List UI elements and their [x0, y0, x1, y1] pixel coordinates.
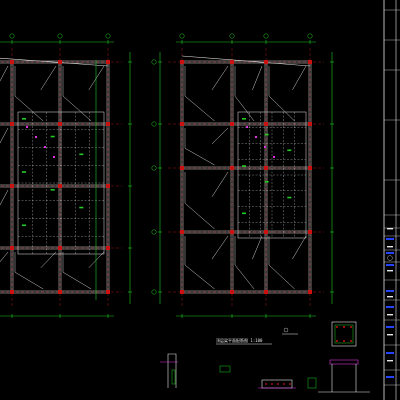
- column: [58, 246, 62, 250]
- title-block-text-mark: [387, 360, 393, 362]
- column: [308, 166, 312, 170]
- column: [10, 184, 14, 188]
- rebar-callout: [264, 133, 269, 136]
- column: [58, 122, 62, 126]
- hidden-beam-marker: [246, 126, 248, 128]
- cad-drawing-canvas: 顶层梁平面配筋图 1:100: [0, 0, 400, 400]
- rebar-dot: [277, 383, 279, 385]
- column: [264, 166, 268, 170]
- column: [10, 290, 14, 294]
- rebar-callout: [242, 165, 246, 167]
- column: [10, 122, 14, 126]
- title-block-entry: [386, 238, 394, 240]
- column: [58, 290, 62, 294]
- column: [106, 60, 110, 64]
- rebar-callout: [22, 224, 26, 227]
- column: [180, 166, 184, 170]
- plan-title-note: 顶层梁平面配筋图 1:100: [216, 337, 263, 343]
- rebar-dot: [343, 340, 345, 342]
- hidden-beam-marker: [273, 156, 275, 158]
- hidden-beam-marker: [255, 136, 257, 138]
- title-block-entry: [386, 376, 394, 378]
- rebar-dot: [271, 383, 273, 385]
- rebar-dot: [289, 383, 291, 385]
- rebar-callout: [242, 118, 246, 120]
- column: [10, 60, 14, 64]
- hidden-beam-marker: [35, 136, 37, 138]
- hidden-beam-marker: [53, 156, 55, 158]
- column: [106, 184, 110, 188]
- hidden-beam-marker: [264, 146, 266, 148]
- column: [106, 246, 110, 250]
- column: [230, 166, 234, 170]
- column: [308, 122, 312, 126]
- column: [230, 230, 234, 234]
- column: [308, 60, 312, 64]
- column: [58, 60, 62, 64]
- column: [180, 290, 184, 294]
- column: [180, 122, 184, 126]
- title-block-text-mark: [387, 246, 393, 248]
- rebar-callout: [50, 189, 55, 191]
- rebar-dot: [336, 326, 338, 328]
- rebar-dot: [283, 383, 285, 385]
- rebar-dot: [343, 326, 345, 328]
- column: [106, 122, 110, 126]
- hidden-beam-marker: [26, 126, 28, 128]
- column: [230, 122, 234, 126]
- column: [180, 230, 184, 234]
- rebar-dot: [336, 340, 338, 342]
- column: [180, 60, 184, 64]
- column: [106, 290, 110, 294]
- title-block-entry: [386, 326, 394, 328]
- column: [264, 230, 268, 234]
- rebar-callout: [22, 171, 26, 173]
- column: [58, 184, 62, 188]
- title-block-text-mark: [387, 270, 393, 272]
- rebar-dot: [350, 340, 352, 342]
- title-block-text-mark: [387, 228, 393, 230]
- rebar-callout: [79, 206, 84, 209]
- column: [264, 122, 268, 126]
- column: [230, 60, 234, 64]
- rebar-callout: [287, 149, 292, 152]
- column: [10, 246, 14, 250]
- column: [230, 290, 234, 294]
- rebar-callout: [22, 118, 26, 120]
- column: [308, 290, 312, 294]
- title-block-entry: [386, 264, 394, 266]
- rebar-dot: [265, 383, 267, 385]
- rebar-callout: [287, 196, 292, 199]
- rebar-callout: [264, 181, 269, 183]
- rebar-callout: [242, 212, 246, 215]
- title-block-text-mark: [387, 314, 393, 316]
- column: [264, 290, 268, 294]
- title-block-entry: [386, 290, 394, 292]
- column: [264, 60, 268, 64]
- rebar-callout: [79, 153, 84, 156]
- title-block-entry: [386, 306, 394, 308]
- rebar-dot: [350, 326, 352, 328]
- title-block-text-mark: [387, 334, 393, 336]
- column: [308, 230, 312, 234]
- rebar-callout: [50, 135, 55, 138]
- title-block-entry: [386, 352, 394, 354]
- title-block-entry: [386, 252, 394, 254]
- title-block-text-mark: [387, 296, 393, 298]
- hidden-beam-marker: [44, 146, 46, 148]
